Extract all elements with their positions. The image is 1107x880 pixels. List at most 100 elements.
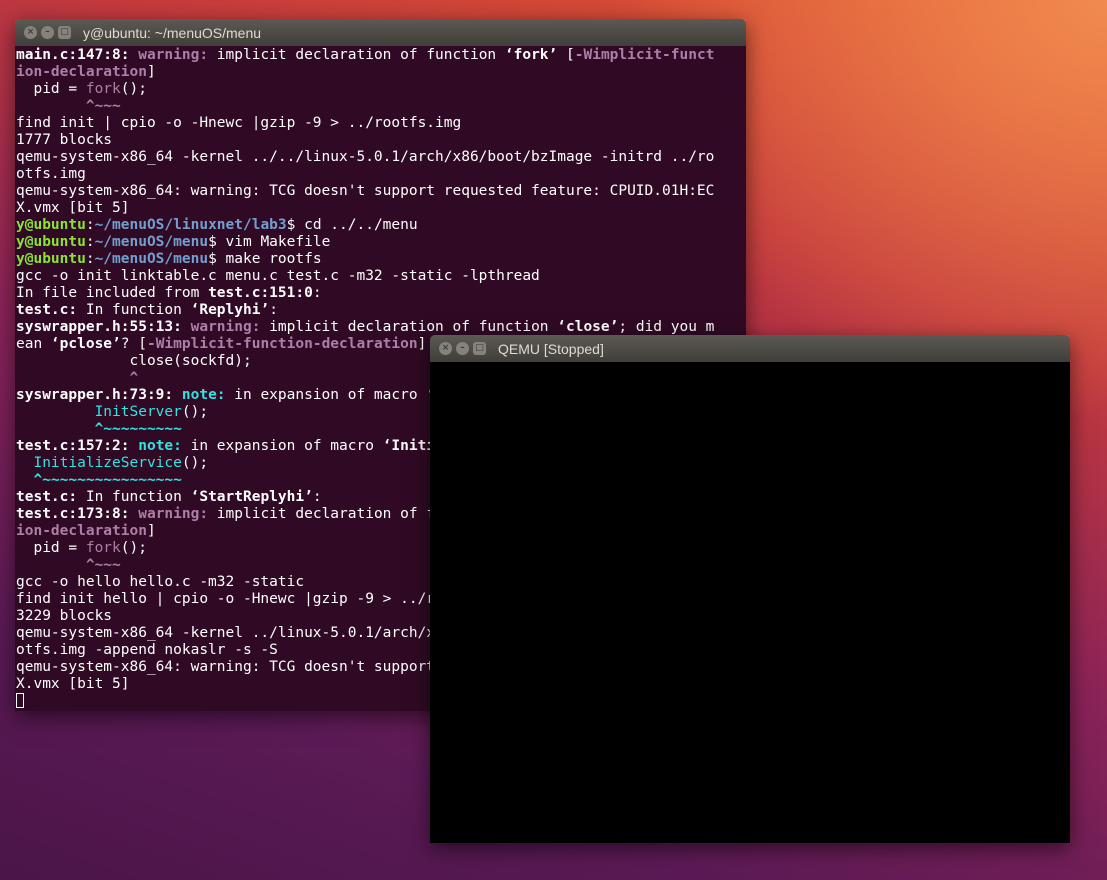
qemu-titlebar[interactable]: × – □ QEMU [Stopped] [430,335,1070,362]
terminal-line: y@ubuntu:~/menuOS/menu$ vim Makefile [16,234,330,250]
terminal-line: pid = fork(); [16,81,147,97]
terminal-text-segment: warning: [138,506,209,522]
terminal-text-segment: (); [120,81,147,97]
terminal-text-segment: In function [77,302,191,318]
terminal-text-segment: ~/menuOS/menu [94,251,209,267]
terminal-text-segment: ‘fork’ [504,47,558,63]
terminal-line: X.vmx [bit 5] [16,676,130,692]
terminal-line: ean ‘pclose’? [-Wimplicit-function-decla… [16,336,426,352]
maximize-icon[interactable]: □ [58,26,71,39]
terminal-line: qemu-system-x86_64 -kernel ../../linux-5… [16,149,714,165]
terminal-text-segment: X.vmx [bit 5] [16,676,130,692]
terminal-line: X.vmx [bit 5] [16,200,130,216]
terminal-line: pid = fork(); [16,540,147,556]
terminal-text-segment: 1777 blocks [16,132,113,148]
terminal-text-segment: main.c:147:8: [16,47,130,63]
terminal-text-segment: ] [146,523,156,539]
terminal-titlebar[interactable]: × – □ y@ubuntu: ~/menuOS/menu [15,19,746,46]
terminal-line: gcc -o hello hello.c -m32 -static [16,574,304,590]
terminal-line: InitializeService(); [16,455,208,471]
minimize-icon[interactable]: – [456,342,469,355]
terminal-cursor [16,693,24,708]
terminal-line: otfs.img [16,166,86,182]
window-controls: × – □ [24,26,71,39]
terminal-text-segment: $ cd ../../menu [286,217,418,233]
terminal-text-segment: gcc -o hello hello.c -m32 -static [16,574,305,590]
terminal-line: qemu-system-x86_64: warning: TCG doesn't… [16,183,714,199]
terminal-line: main.c:147:8: warning: implicit declarat… [16,47,714,63]
terminal-line: ^~~~ [16,557,121,573]
terminal-line: close(sockfd); [16,353,251,369]
terminal-text-segment: warning: [190,319,261,335]
terminal-text-segment: test.c: [16,489,78,505]
terminal-text-segment: (); [120,540,147,556]
minimize-icon[interactable]: – [41,26,54,39]
terminal-line: InitServer(); [16,404,209,420]
terminal-text-segment: pid = [16,81,86,97]
terminal-text-segment: : [85,217,95,233]
terminal-text-segment: In file included from [16,285,209,301]
terminal-text-segment: 3229 blocks [16,608,113,624]
terminal-line: syswrapper.h:55:13: warning: implicit de… [16,319,714,335]
terminal-text-segment: ; did you m [618,319,715,335]
terminal-text-segment: test.c:151:0 [208,285,313,301]
window-title: QEMU [Stopped] [498,340,604,357]
terminal-text-segment: ^~~~ [85,98,121,114]
terminal-line: ion-declaration] [16,64,156,80]
terminal-text-segment: : [85,234,95,250]
terminal-text-segment: test.c:157:2: [16,438,130,454]
terminal-text-segment: : [269,302,278,318]
qemu-window[interactable]: × – □ QEMU [Stopped] [430,335,1070,843]
window-controls: × – □ [439,342,486,355]
terminal-text-segment: ] [146,64,156,80]
terminal-text-segment: ‘Replyhi’ [190,302,270,318]
terminal-text-segment: (); [181,404,209,420]
terminal-text-segment: -Wimplicit-function-declaration [146,336,418,352]
terminal-text-segment: ion-declaration [16,523,147,539]
close-icon[interactable]: × [439,342,452,355]
terminal-text-segment: ‘close’ [557,319,619,335]
terminal-text-segment: note: [138,438,182,454]
terminal-text-segment: fork [85,81,121,97]
terminal-text-segment: implicit declaration of function [260,319,558,335]
terminal-line: ^ [16,370,139,386]
terminal-text-segment: y@ubuntu [16,251,86,267]
maximize-icon[interactable]: □ [473,342,486,355]
terminal-text-segment: -Wimplicit-funct [574,47,715,63]
close-icon[interactable]: × [24,26,37,39]
terminal-text-segment: pid = [16,540,86,556]
terminal-line: otfs.img -append nokaslr -s -S [16,642,278,658]
terminal-text-segment: test.c: [16,302,78,318]
terminal-text-segment: ‘StartReplyhi’ [190,489,313,505]
terminal-text-segment: qemu-system-x86_64: warning: TCG doesn't… [16,183,715,199]
terminal-text-segment: implicit declaration of function [208,47,505,63]
terminal-text-segment: ^ [129,370,139,386]
terminal-text-segment: In function [77,489,191,505]
terminal-text-segment: ^~~~~~~~~~~~~~~~~ [33,472,182,488]
terminal-text-segment: ^~~~ [85,557,121,573]
terminal-text-segment: gcc -o init linktable.c menu.c test.c -m… [16,268,540,284]
terminal-line: In file included from test.c:151:0: [16,285,322,301]
terminal-text-segment: in expansion of macro [181,438,383,454]
terminal-text-segment: otfs.img -append nokaslr -s -S [16,642,278,658]
terminal-text-segment: find init | cpio -o -Hnewc |gzip -9 > ..… [16,115,462,131]
qemu-screen[interactable] [430,362,1070,843]
terminal-text-segment: InitializeService [33,455,182,471]
terminal-text-segment: ean [16,336,51,352]
terminal-text-segment: $ make rootfs [208,251,322,267]
terminal-line: ^~~~~~~~~~ [16,421,182,437]
terminal-text-segment: fork [85,540,121,556]
terminal-line: ^~~~~~~~~~~~~~~~~ [16,472,182,488]
terminal-line: test.c: In function ‘Replyhi’: [16,302,278,318]
terminal-text-segment: $ vim Makefile [208,234,331,250]
terminal-text-segment: note: [181,387,226,403]
terminal-line: 1777 blocks [16,132,112,148]
terminal-text-segment: : [312,285,322,301]
